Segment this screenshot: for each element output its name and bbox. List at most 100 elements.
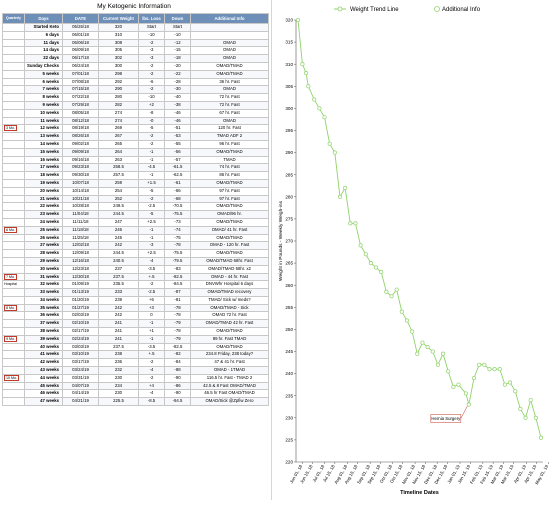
info-cell: 42.5 & 8 Fast OMAD/TMAD — [190, 381, 269, 391]
data-point — [456, 382, 461, 387]
loss-cell: -1 — [138, 233, 165, 243]
days-cell: 12 weeks — [24, 124, 63, 134]
table-row: 28 weeks 12/09/18 244.5 +2.5 -75.5 OMAD/TMAD — [2, 249, 269, 258]
date-cell: 04/07/19 — [62, 381, 99, 391]
loss-cell: -2 — [138, 358, 165, 368]
down-cell: -79 — [164, 334, 191, 344]
date-cell: 06/01/18 — [62, 30, 99, 40]
table-row: 41 weeks 03/10/19 238 +.5 -82 234.8 Friday, 2… — [2, 350, 269, 360]
quarter-cell: 9 Mo. — [2, 334, 25, 344]
data-point — [492, 367, 497, 372]
days-cell: 42 weeks — [24, 358, 63, 368]
date-cell: 06/06/18 — [62, 38, 99, 48]
info-cell: 120 hr. Fast — [190, 124, 269, 134]
table-row: 6 days 06/01/18 310 -10 -10 — [2, 30, 269, 40]
down-cell: -46 — [164, 108, 191, 118]
table-row: 19 weeks 10/07/18 259 +1.5 -61 OMAD/TMAD — [2, 178, 269, 188]
y-tick-label: 295 — [285, 128, 293, 133]
info-cell: OMAD/TMAD — [190, 69, 269, 79]
down-cell: -70.5 — [164, 202, 191, 212]
quarter-cell — [2, 61, 25, 71]
date-cell: 04/21/19 — [62, 397, 99, 407]
weight-cell: 302 — [98, 54, 139, 63]
down-cell: -56 — [164, 147, 191, 157]
weight-cell: 235.5 — [98, 280, 139, 290]
loss-cell: -3 — [138, 241, 165, 251]
data-point — [482, 362, 487, 367]
down-cell: -38 — [164, 100, 191, 110]
loss-cell: -3 — [138, 46, 165, 56]
quarter-cell — [2, 358, 25, 368]
y-tick-label: 315 — [285, 40, 293, 45]
info-cell: OMAD/96 hr. — [190, 210, 269, 219]
quarter-cell — [2, 54, 25, 63]
down-cell: -78 — [164, 303, 191, 313]
weight-cell: 257.5 — [98, 171, 139, 180]
loss-cell: -2 — [138, 69, 165, 79]
data-point — [487, 367, 492, 372]
loss-cell: -4 — [138, 366, 165, 375]
y-tick-label: 275 — [285, 217, 293, 222]
info-cell: 74 hr. Fast — [190, 163, 269, 173]
info-cell: OMAD/TMAD — [190, 217, 269, 227]
date-cell: 11/18/18 — [62, 225, 99, 235]
loss-cell: -4 — [138, 389, 165, 399]
table-row: 6 Mo. 25 weeks 11/18/18 246 -1 -74 OMAD/ 41 hr… — [2, 225, 269, 235]
date-cell: 09/02/18 — [62, 139, 99, 149]
table-row: 45 weeks 04/07/19 234 +4 -86 42.5 & 8 Fast OM… — [2, 381, 269, 391]
quarter-cell — [2, 85, 25, 95]
data-point — [312, 97, 317, 102]
weight-cell: 236 — [98, 358, 139, 368]
down-cell: -10 — [164, 30, 191, 40]
quarter-cell — [2, 295, 25, 305]
down-cell: -79.5 — [164, 256, 191, 266]
quarter-cell — [2, 108, 25, 118]
quarter-cell — [2, 178, 25, 188]
down-cell: -81 — [164, 295, 191, 305]
quarter-cell: 3 Mo. — [2, 124, 25, 134]
down-cell: -74 — [164, 225, 191, 235]
days-cell: 15 weeks — [24, 147, 63, 157]
days-cell: 44 weeks — [24, 373, 63, 383]
info-cell: 116.5 hr. Fast - TMAD 2 — [190, 373, 269, 383]
days-cell: 27 weeks — [24, 241, 63, 251]
info-cell: OMAD - 120 hr. Fast — [190, 241, 269, 251]
loss-cell: +2.5 — [138, 249, 165, 258]
weight-cell: 240.5 — [98, 256, 139, 266]
quarter-marker: 7 Mo. — [4, 273, 17, 280]
weight-chart: Weight Trend Line Additional Info 220 225 23… — [272, 0, 554, 500]
loss-cell: -3.5 — [138, 342, 165, 352]
data-point — [374, 265, 379, 270]
weight-cell: 233 — [98, 288, 139, 297]
table-row: 26 weeks 11/25/18 245 -1 -75 OMAD/TMAD — [2, 233, 269, 243]
data-point — [337, 194, 343, 199]
days-cell: 36 weeks — [24, 311, 63, 321]
weight-cell: 300 — [98, 61, 139, 71]
quarter-cell — [2, 139, 25, 149]
down-cell: Start — [164, 23, 191, 32]
y-tick-label: 285 — [285, 172, 293, 177]
quarter-cell: 10 Mo. — [2, 373, 25, 383]
days-cell: 33 weeks — [24, 288, 63, 297]
table-row: 34 weeks 01/20/19 239 +6 -81 TMAD/ Sick w/ me… — [2, 295, 269, 305]
down-cell: -83 — [164, 264, 191, 274]
table-row: 42 weeks 03/17/19 236 -2 -84 47 & 41 hr. Fast — [2, 358, 269, 368]
weight-cell: 242 — [98, 311, 139, 321]
info-cell: OMAD 72 hr. Fast — [190, 311, 269, 321]
quarter-cell — [2, 381, 25, 391]
days-cell: Sunday Checks — [24, 61, 63, 71]
table-row: 33 weeks 01/13/19 233 -2.5 -87 OMAD/TMAD reco… — [2, 288, 269, 297]
y-tick-label: 220 — [285, 460, 293, 465]
info-cell: 97 hr. Fast — [190, 186, 269, 196]
down-cell: -82 — [164, 350, 191, 360]
info-cell: OMAD/TMAD — [190, 249, 269, 258]
data-point — [528, 398, 533, 403]
info-cell: TMAD/ Sick w/ meds? — [190, 295, 269, 305]
down-cell: -87 — [164, 288, 191, 297]
info-cell: OMAD — [190, 85, 269, 95]
quarter-cell — [2, 264, 25, 274]
quarter-cell — [2, 366, 25, 375]
weight-cell: 290 — [98, 85, 139, 95]
loss-cell: -10 — [138, 93, 165, 102]
down-cell: -40 — [164, 93, 191, 102]
